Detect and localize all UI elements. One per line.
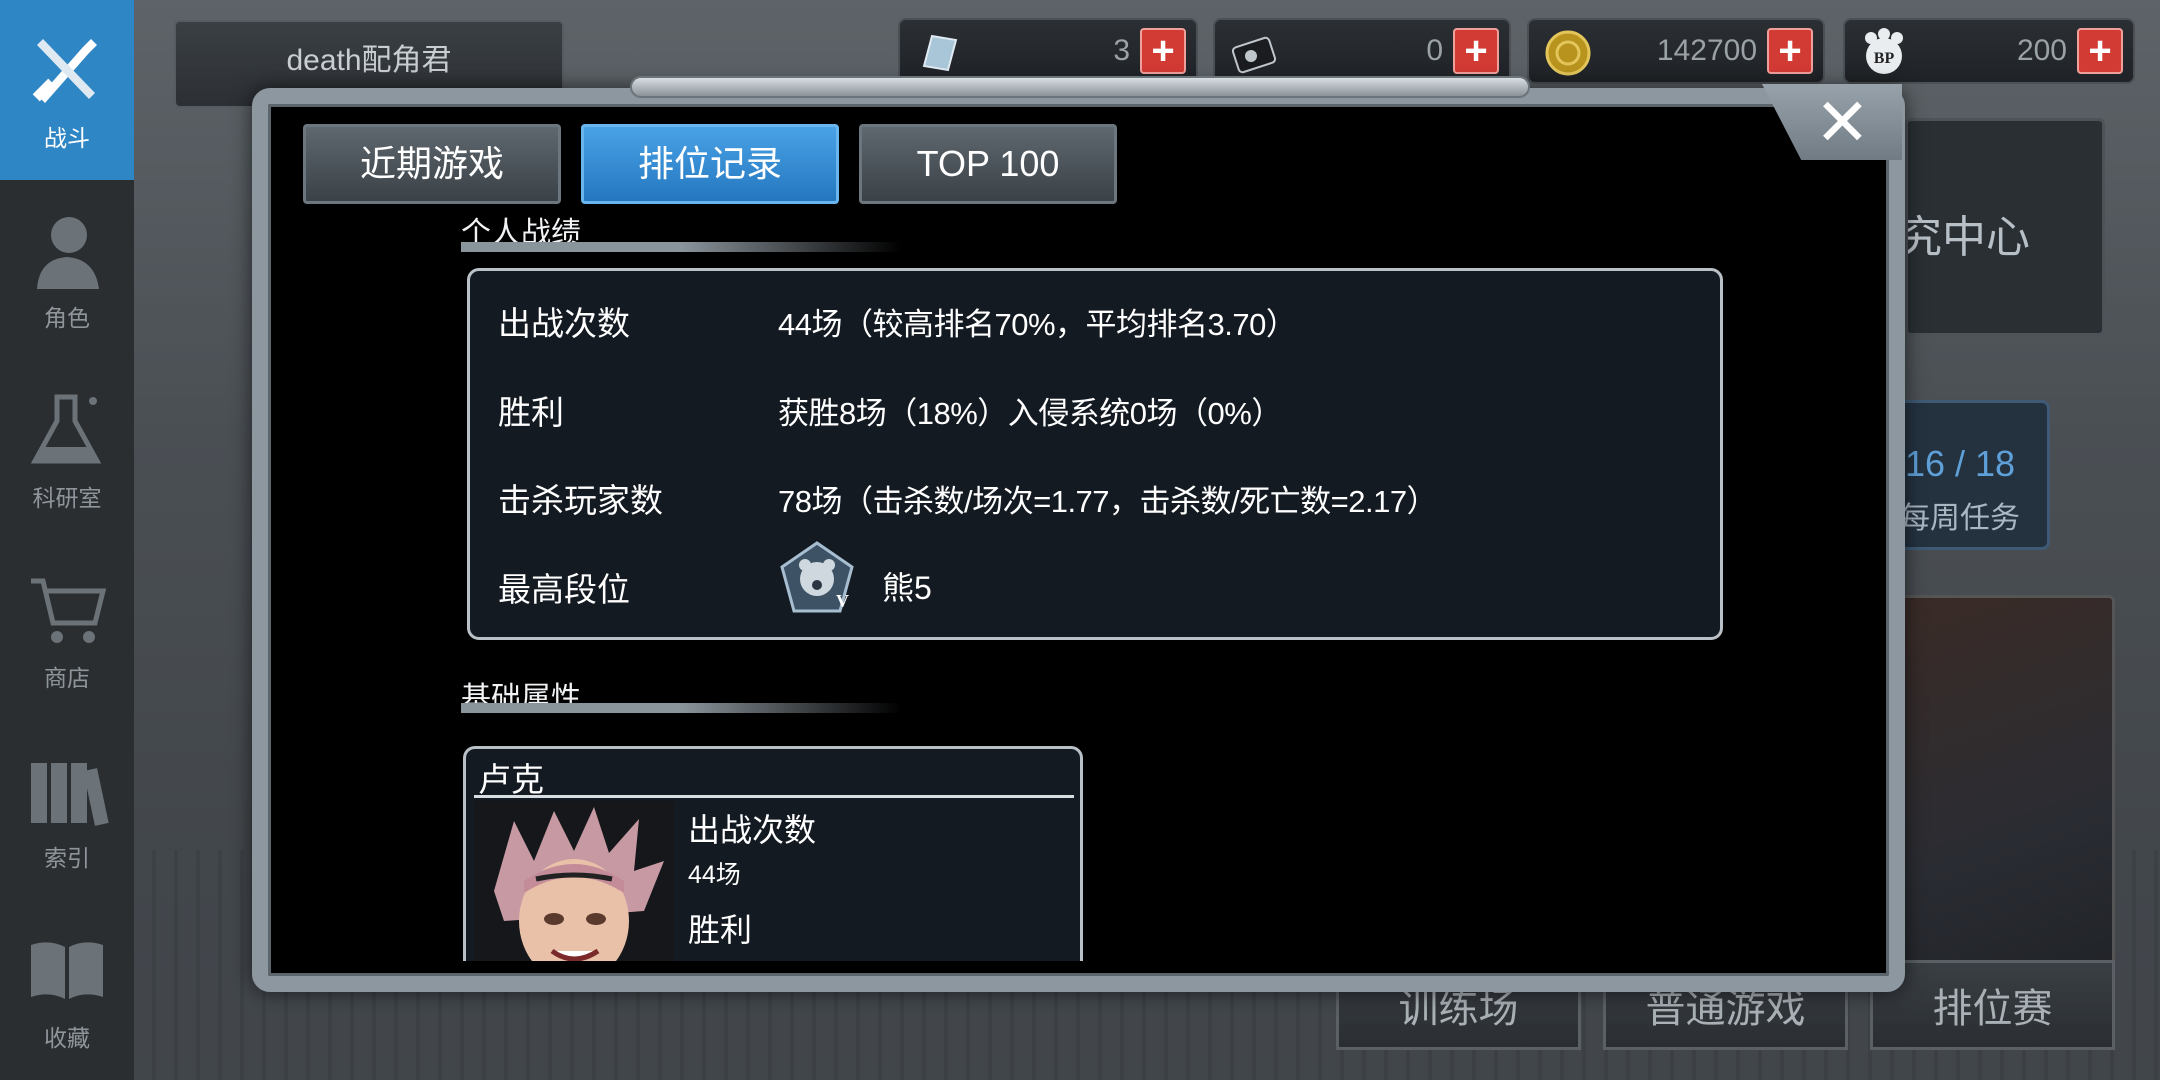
plus-icon: + [1464, 29, 1488, 73]
books-icon [25, 747, 109, 831]
sidebar-item-label: 科研室 [32, 485, 102, 511]
sidebar-item-character[interactable]: 角色 [0, 180, 134, 360]
tab-recent-games[interactable]: 近期游戏 [303, 124, 561, 204]
char-stat-label-matches: 出战次数 [688, 812, 817, 848]
stat-value-highest-rank: 熊5 [882, 570, 932, 606]
character-portrait [474, 801, 674, 961]
flask-icon [25, 387, 109, 471]
resource-bp: BP 200 + [1843, 18, 2135, 84]
sidebar-item-label: 战斗 [44, 125, 90, 151]
modal-top-rail [630, 76, 1530, 98]
character-bust-icon [25, 207, 109, 291]
sidebar-item-lab[interactable]: 科研室 [0, 360, 134, 540]
add-disk-button[interactable]: + [1453, 28, 1499, 74]
ranked-match-button[interactable]: 排位赛 [1870, 960, 2115, 1050]
stat-label-wins: 胜利 [498, 394, 564, 431]
sidebar-item-collection[interactable]: 收藏 [0, 900, 134, 1080]
bear-rank-badge-icon: V [780, 541, 854, 615]
stat-value-kills: 78场（击杀数/场次=1.77，击杀数/死亡数=2.17） [778, 484, 1438, 519]
char-stat-value-matches: 44场 [688, 861, 741, 889]
personal-stats-box: 出战次数 44场（较高排名70%，平均排名3.70） 胜利 获胜8场（18%）入… [467, 268, 1723, 640]
tab-ranked-record[interactable]: 排位记录 [581, 124, 839, 204]
resource-value: 142700 [1656, 34, 1757, 67]
close-icon: ✕ [1814, 85, 1870, 159]
card-divider [474, 795, 1074, 798]
section-divider [461, 242, 901, 252]
character-stat-card[interactable]: 卢克 出战次数 44场 胜利 [463, 746, 1083, 961]
crossed-weapons-icon [25, 27, 109, 111]
add-crystal-button[interactable]: + [1140, 28, 1186, 74]
disk-icon [1229, 28, 1279, 78]
rank-tier-letter: V [836, 591, 849, 611]
stat-label-highest-rank: 最高段位 [498, 571, 630, 608]
stat-value-wins: 获胜8场（18%）入侵系统0场（0%） [778, 396, 1282, 431]
featured-character-art [1880, 595, 2115, 1005]
resource-value: 3 [1113, 34, 1130, 67]
plus-icon: + [2088, 29, 2112, 73]
tab-top-100[interactable]: TOP 100 [859, 124, 1117, 204]
character-name: 卢克 [478, 761, 544, 798]
sidebar-item-label: 商店 [44, 665, 90, 691]
stat-label-kills: 击杀玩家数 [498, 482, 663, 519]
resource-value: 200 [2016, 34, 2067, 67]
plus-icon: + [1778, 29, 1802, 73]
resource-disk: 0 + [1213, 18, 1511, 84]
sidebar-item-index[interactable]: 索引 [0, 720, 134, 900]
research-center-panel[interactable]: 究中心 [1905, 118, 2105, 336]
section-divider [461, 703, 901, 713]
resource-gold: 142700 + [1527, 18, 1825, 84]
shopping-cart-icon [25, 567, 109, 651]
sidebar-item-label: 收藏 [44, 1025, 90, 1051]
sidebar-item-battle[interactable]: 战斗 [0, 0, 134, 180]
sidebar-item-label: 角色 [44, 305, 90, 331]
sidebar-item-shop[interactable]: 商店 [0, 540, 134, 720]
sidebar: 战斗 角色 科研室 商店 索引 收藏 [0, 0, 134, 1080]
add-bp-button[interactable]: + [2077, 28, 2123, 74]
stat-label-matches: 出战次数 [498, 305, 630, 342]
resource-crystal: 3 + [898, 18, 1198, 84]
add-gold-button[interactable]: + [1767, 28, 1813, 74]
char-stat-label-wins: 胜利 [688, 912, 753, 948]
crystal-icon [914, 28, 964, 78]
research-center-label: 究中心 [1905, 213, 2030, 262]
resource-value: 0 [1426, 34, 1443, 67]
gold-coin-icon [1543, 28, 1593, 78]
svg-text:BP: BP [1874, 50, 1895, 67]
plus-icon: + [1151, 29, 1175, 73]
stat-value-matches: 44场（较高排名70%，平均排名3.70） [778, 307, 1297, 342]
open-book-icon [25, 927, 109, 1011]
bp-paw-icon: BP [1859, 28, 1909, 78]
sidebar-item-label: 索引 [44, 845, 90, 871]
